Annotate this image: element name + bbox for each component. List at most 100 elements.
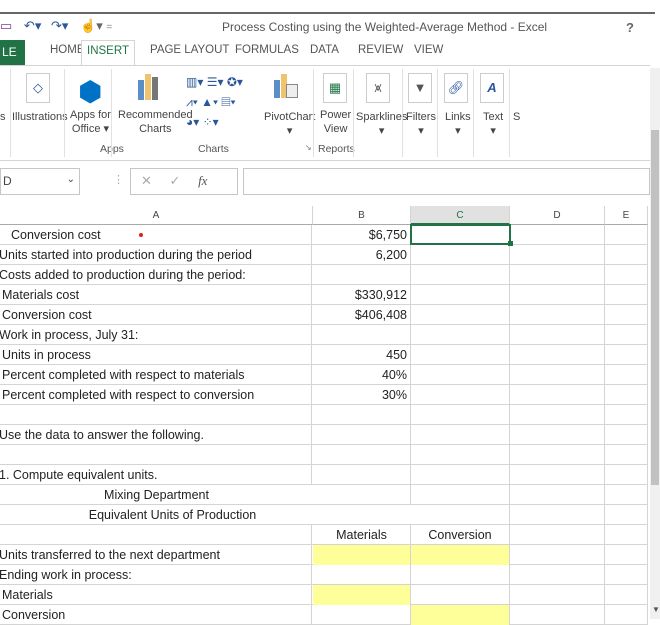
customize-qat-icon[interactable]: = [106, 22, 112, 33]
area-chart-icon[interactable]: ▲▾ [201, 95, 218, 109]
cell-a[interactable] [0, 525, 312, 545]
name-box[interactable]: D ⌄ [0, 168, 80, 195]
scrollbar-thumb[interactable] [651, 130, 659, 485]
report-line-label[interactable]: Conversion [0, 605, 312, 625]
cell-b[interactable] [313, 325, 411, 345]
scroll-down-arrow-icon[interactable]: ▼ [652, 605, 660, 614]
links-button[interactable]: Links ▾ [445, 110, 471, 138]
help-button[interactable]: ? [626, 20, 634, 35]
column-header-a[interactable]: A [0, 206, 313, 225]
cell-c[interactable] [411, 445, 510, 465]
cell-c[interactable] [411, 365, 510, 385]
power-view-button[interactable]: Power View [320, 108, 351, 136]
cell-c[interactable] [411, 465, 510, 485]
pie-chart-icon[interactable]: ◕▾ [186, 115, 199, 129]
cell-d[interactable] [510, 485, 605, 505]
undo-icon[interactable]: ↶▾ [24, 18, 41, 33]
column-chart-icon[interactable]: ▥▾ [186, 75, 203, 89]
cell-d[interactable] [510, 585, 605, 605]
tab-file[interactable]: LE [0, 40, 25, 65]
cell-e[interactable] [605, 245, 648, 265]
cell-d[interactable] [510, 305, 605, 325]
cell-b[interactable]: $6,750 [313, 225, 411, 245]
cell-a[interactable] [0, 445, 312, 465]
cell-d[interactable] [510, 225, 605, 245]
cell-e[interactable] [605, 285, 648, 305]
cell-a[interactable]: Units in process [0, 345, 312, 365]
cell-e[interactable] [605, 365, 648, 385]
cell-b[interactable] [313, 465, 411, 485]
symbols-button[interactable]: S [513, 110, 520, 124]
enter-icon[interactable]: ✓ [170, 173, 181, 188]
tab-formulas[interactable]: FORMULAS [235, 44, 299, 56]
cell-d[interactable] [510, 565, 605, 585]
tab-home[interactable]: HOME [50, 44, 85, 56]
cell-b[interactable]: $330,912 [313, 285, 411, 305]
conversion-input[interactable] [411, 605, 510, 625]
worksheet-grid[interactable]: A B C D E Conversion cost $6,750 Units sta… [0, 206, 648, 625]
cell-c[interactable] [411, 345, 510, 365]
cell-a[interactable]: Use the data to answer the following. [0, 425, 312, 445]
report-line-label[interactable]: Units transferred to the next department [0, 545, 312, 565]
bar-chart-icon[interactable]: ☰▾ [207, 75, 224, 89]
formula-bar-grip-icon[interactable]: ⋮ [113, 173, 124, 186]
conversion-input[interactable] [411, 545, 510, 565]
cell-b[interactable]: 40% [313, 365, 411, 385]
materials-input[interactable] [313, 565, 411, 585]
cell-b[interactable] [313, 405, 411, 425]
cell-e[interactable] [605, 225, 648, 245]
conversion-input[interactable] [411, 565, 510, 585]
filters-button[interactable]: Filters ▾ [406, 110, 436, 138]
conversion-input[interactable] [411, 585, 510, 605]
cell-d[interactable] [510, 325, 605, 345]
cell-d[interactable] [510, 365, 605, 385]
cell-a[interactable] [0, 405, 312, 425]
pivotchart-button[interactable]: PivotChart ▾ [264, 110, 315, 138]
conversion-header[interactable]: Conversion [411, 525, 510, 545]
tab-insert[interactable]: INSERT [81, 40, 135, 66]
cell-c[interactable] [411, 505, 510, 525]
tab-page-layout[interactable]: PAGE LAYOUT [150, 44, 229, 56]
cell-d[interactable] [510, 465, 605, 485]
column-header-d[interactable]: D [510, 206, 605, 225]
cell-d[interactable] [510, 525, 605, 545]
report-subtitle[interactable]: Equivalent Units of Production [0, 505, 345, 525]
cell-a[interactable]: Materials cost [0, 285, 312, 305]
cell-b[interactable] [313, 265, 411, 285]
cell-b[interactable] [313, 485, 411, 505]
cell-a[interactable]: 1. Compute equivalent units. [0, 465, 312, 485]
cell-d[interactable] [510, 425, 605, 445]
cell-c[interactable] [411, 265, 510, 285]
stock-chart-icon[interactable]: ⩘▾ [186, 95, 198, 109]
tab-review[interactable]: REVIEW [358, 44, 403, 56]
cell-b[interactable]: 450 [313, 345, 411, 365]
cell-a[interactable]: Percent completed with respect to materi… [0, 365, 312, 385]
save-icon[interactable]: ▭ [0, 18, 12, 33]
cell-c[interactable] [411, 305, 510, 325]
cell-e[interactable] [605, 445, 648, 465]
apps-for-office-button[interactable]: Apps for Office ▾ [70, 108, 111, 136]
cell-e[interactable] [605, 385, 648, 405]
report-line-label[interactable]: Ending work in process: [0, 565, 312, 585]
sparklines-button[interactable]: Sparklines ▾ [356, 110, 407, 138]
cell-b[interactable] [313, 425, 411, 445]
cell-c[interactable] [411, 485, 510, 505]
tables-button[interactable]: s [0, 110, 6, 124]
cell-c[interactable] [411, 285, 510, 305]
cell-d[interactable] [510, 445, 605, 465]
cell-b[interactable] [313, 445, 411, 465]
cell-d[interactable] [510, 505, 605, 525]
cell-b[interactable]: 30% [313, 385, 411, 405]
cell-e[interactable] [605, 305, 648, 325]
materials-input[interactable] [313, 605, 411, 625]
cell-e[interactable] [605, 605, 648, 625]
chevron-down-icon[interactable]: ⌄ [67, 174, 75, 185]
cell-d[interactable] [510, 545, 605, 565]
cell-c[interactable] [411, 405, 510, 425]
cell-e[interactable] [605, 405, 648, 425]
cell-a[interactable]: Conversion cost [0, 305, 312, 325]
materials-input[interactable] [313, 545, 411, 565]
insert-function-icon[interactable]: fx [198, 173, 207, 188]
illustrations-button[interactable]: Illustrations [12, 110, 68, 124]
report-line-label[interactable]: Materials [0, 585, 312, 605]
